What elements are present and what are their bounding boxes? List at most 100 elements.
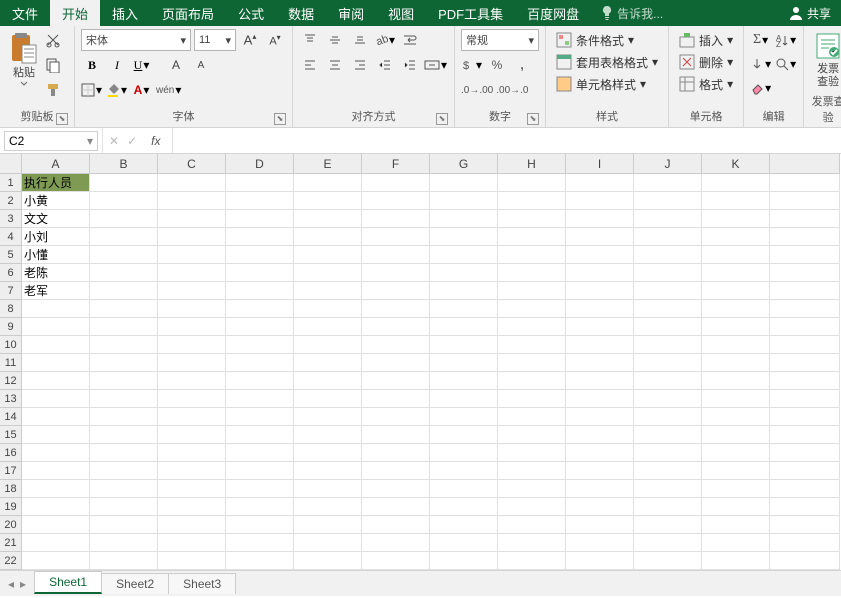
cell[interactable] xyxy=(566,372,634,390)
cell[interactable] xyxy=(634,444,702,462)
dialog-launcher-icon[interactable]: ⬊ xyxy=(436,113,448,125)
cell[interactable] xyxy=(634,282,702,300)
tab-review[interactable]: 审阅 xyxy=(326,0,376,26)
cell[interactable] xyxy=(294,246,362,264)
cell[interactable] xyxy=(634,228,702,246)
cell[interactable] xyxy=(226,552,294,570)
cell[interactable] xyxy=(702,480,770,498)
cell[interactable] xyxy=(430,462,498,480)
row-header[interactable]: 11 xyxy=(0,354,22,372)
cell[interactable] xyxy=(702,390,770,408)
cell[interactable] xyxy=(430,354,498,372)
cell[interactable] xyxy=(498,300,566,318)
cell[interactable] xyxy=(566,354,634,372)
cell[interactable] xyxy=(226,192,294,210)
cell[interactable] xyxy=(430,318,498,336)
font-shrink-a-button[interactable]: A xyxy=(190,54,212,76)
cell[interactable] xyxy=(294,480,362,498)
cell[interactable] xyxy=(634,426,702,444)
cell[interactable]: 小懂 xyxy=(22,246,90,264)
cell[interactable] xyxy=(498,192,566,210)
cell[interactable] xyxy=(634,498,702,516)
cell[interactable] xyxy=(294,336,362,354)
cell[interactable] xyxy=(158,336,226,354)
row-header[interactable]: 18 xyxy=(0,480,22,498)
cell[interactable] xyxy=(430,552,498,570)
tab-insert[interactable]: 插入 xyxy=(100,0,150,26)
cell[interactable] xyxy=(702,318,770,336)
cell[interactable] xyxy=(362,246,430,264)
cell[interactable] xyxy=(158,516,226,534)
cell[interactable] xyxy=(430,408,498,426)
cell[interactable] xyxy=(498,444,566,462)
row-header[interactable]: 5 xyxy=(0,246,22,264)
cell[interactable] xyxy=(294,534,362,552)
orientation-button[interactable]: ab▾ xyxy=(374,29,396,51)
cell[interactable] xyxy=(702,336,770,354)
cell[interactable] xyxy=(22,534,90,552)
cell[interactable] xyxy=(158,354,226,372)
cell[interactable] xyxy=(430,264,498,282)
cell[interactable]: 老陈 xyxy=(22,264,90,282)
cell[interactable] xyxy=(90,228,158,246)
cell[interactable] xyxy=(634,336,702,354)
cell[interactable] xyxy=(226,462,294,480)
cell[interactable] xyxy=(634,534,702,552)
cell[interactable] xyxy=(226,228,294,246)
row-header[interactable]: 12 xyxy=(0,372,22,390)
cell[interactable] xyxy=(634,462,702,480)
row-header[interactable]: 16 xyxy=(0,444,22,462)
cell[interactable] xyxy=(158,210,226,228)
cell[interactable] xyxy=(90,552,158,570)
cell[interactable] xyxy=(90,516,158,534)
cell[interactable] xyxy=(362,192,430,210)
sheet-nav[interactable]: ◂ ▸ xyxy=(0,577,34,591)
align-center-button[interactable] xyxy=(324,54,346,76)
cell[interactable] xyxy=(90,390,158,408)
row-header[interactable]: 20 xyxy=(0,516,22,534)
column-header[interactable]: B xyxy=(90,154,158,174)
font-grow-a-button[interactable]: A xyxy=(165,54,187,76)
column-header[interactable]: K xyxy=(702,154,770,174)
row-header[interactable]: 7 xyxy=(0,282,22,300)
cell[interactable] xyxy=(226,516,294,534)
font-color-button[interactable]: A▾ xyxy=(131,79,153,101)
cell[interactable] xyxy=(498,354,566,372)
row-header[interactable]: 1 xyxy=(0,174,22,192)
cell[interactable] xyxy=(566,300,634,318)
cell[interactable] xyxy=(90,210,158,228)
cell[interactable] xyxy=(294,390,362,408)
cell[interactable] xyxy=(22,462,90,480)
cell[interactable] xyxy=(158,264,226,282)
cell[interactable] xyxy=(634,516,702,534)
cell[interactable] xyxy=(226,354,294,372)
cell[interactable] xyxy=(22,498,90,516)
cell[interactable] xyxy=(294,318,362,336)
cell[interactable] xyxy=(158,390,226,408)
cell[interactable] xyxy=(702,192,770,210)
sheet-last-icon[interactable]: ▸ xyxy=(20,577,26,591)
cell[interactable] xyxy=(498,498,566,516)
phonetic-button[interactable]: wén▾ xyxy=(156,79,182,101)
cell[interactable] xyxy=(566,408,634,426)
cell[interactable] xyxy=(566,552,634,570)
align-left-button[interactable] xyxy=(299,54,321,76)
cell[interactable] xyxy=(158,318,226,336)
cell[interactable] xyxy=(226,480,294,498)
cell[interactable] xyxy=(294,552,362,570)
cell[interactable] xyxy=(226,282,294,300)
fx-icon[interactable]: fx xyxy=(151,134,160,148)
cell[interactable] xyxy=(566,282,634,300)
cell[interactable] xyxy=(498,462,566,480)
cell[interactable] xyxy=(362,408,430,426)
cell[interactable]: 小黄 xyxy=(22,192,90,210)
row-header[interactable]: 9 xyxy=(0,318,22,336)
cell[interactable] xyxy=(702,228,770,246)
percent-button[interactable]: % xyxy=(486,54,508,76)
cell[interactable] xyxy=(498,282,566,300)
cell[interactable] xyxy=(430,192,498,210)
share-button[interactable]: 共享 xyxy=(779,0,841,26)
tab-baidu[interactable]: 百度网盘 xyxy=(515,0,591,26)
cell[interactable] xyxy=(90,408,158,426)
indent-dec-button[interactable] xyxy=(374,54,396,76)
